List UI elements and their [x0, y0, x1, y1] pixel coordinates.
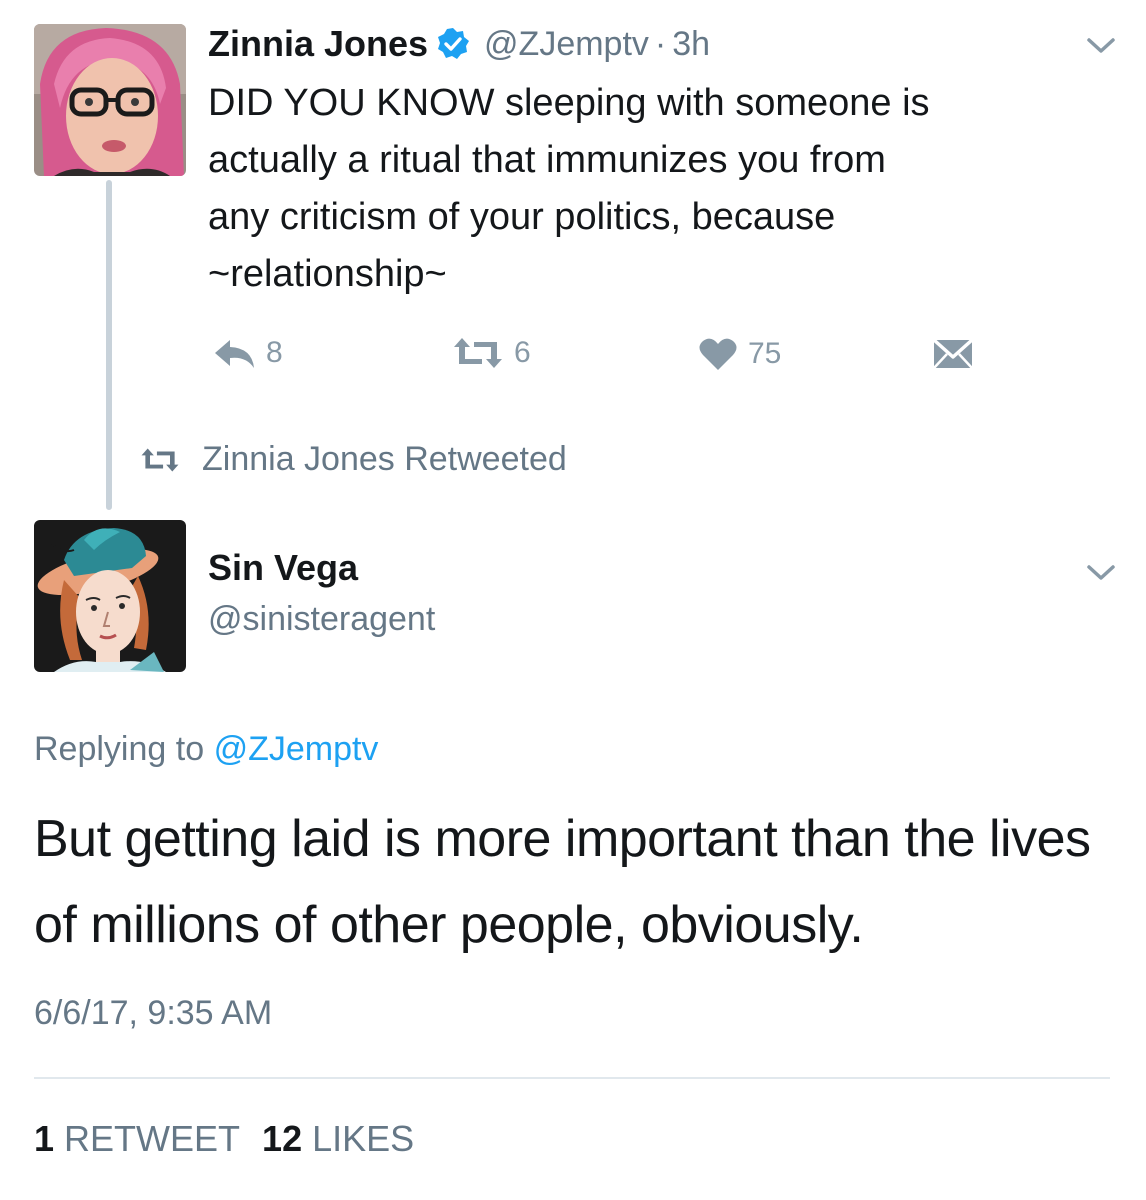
- retweet-icon: [454, 338, 502, 368]
- retweets-stat[interactable]: 1 RETWEET: [34, 1118, 240, 1159]
- chevron-down-icon[interactable]: [1086, 563, 1116, 583]
- reply-icon: [215, 340, 254, 368]
- tweet-timestamp[interactable]: 6/6/17, 9:35 AM: [34, 994, 272, 1033]
- replying-to-mention[interactable]: @ZJemptv: [214, 730, 379, 768]
- replying-to-line: Replying to @ZJemptv: [34, 730, 378, 769]
- like-button[interactable]: 75: [698, 336, 781, 372]
- retweet-button[interactable]: 6: [452, 336, 531, 370]
- author-handle[interactable]: @ZJemptv: [484, 25, 649, 64]
- author-handle[interactable]: @sinisteragent: [208, 600, 435, 639]
- reply-button[interactable]: 8: [212, 336, 283, 370]
- replying-to-prefix: Replying to: [34, 730, 205, 768]
- thread-connector-line: [106, 180, 112, 510]
- retweeted-by-label: Zinnia Jones Retweeted: [202, 440, 567, 478]
- divider: [34, 1077, 1110, 1079]
- direct-message-button[interactable]: [932, 338, 984, 370]
- tweet2-text: But getting laid is more important than …: [34, 810, 1091, 954]
- author-name[interactable]: Zinnia Jones: [208, 23, 428, 65]
- tweet1-header: Zinnia Jones @ZJemptv · 3h: [208, 20, 710, 68]
- tweet-time[interactable]: 3h: [672, 25, 710, 64]
- heart-icon: [699, 338, 737, 370]
- message-icon: [932, 338, 974, 369]
- retweets-count: 1: [34, 1118, 55, 1159]
- author-name[interactable]: Sin Vega: [208, 547, 358, 589]
- chevron-down-icon[interactable]: [1086, 36, 1116, 56]
- reply-count: 8: [266, 336, 283, 369]
- retweets-label: RETWEET: [64, 1118, 241, 1159]
- retweet-indicator-icon: [141, 447, 179, 472]
- time-separator: ·: [654, 24, 667, 63]
- tweet1-text: DID YOU KNOW sleeping with someone is ac…: [208, 82, 930, 295]
- avatar-zinnia-jones[interactable]: [34, 24, 186, 176]
- likes-count: 12: [262, 1118, 303, 1159]
- retweeted-by-row[interactable]: Zinnia Jones Retweeted: [140, 440, 567, 479]
- avatar-sin-vega[interactable]: [34, 520, 186, 672]
- engagement-stats: 1 RETWEET 12 LIKES: [34, 1118, 414, 1160]
- like-count: 75: [748, 337, 782, 370]
- verified-badge-icon: [436, 27, 470, 61]
- likes-stat[interactable]: 12 LIKES: [262, 1118, 414, 1159]
- likes-label: LIKES: [312, 1118, 415, 1159]
- retweet-count: 6: [514, 336, 531, 369]
